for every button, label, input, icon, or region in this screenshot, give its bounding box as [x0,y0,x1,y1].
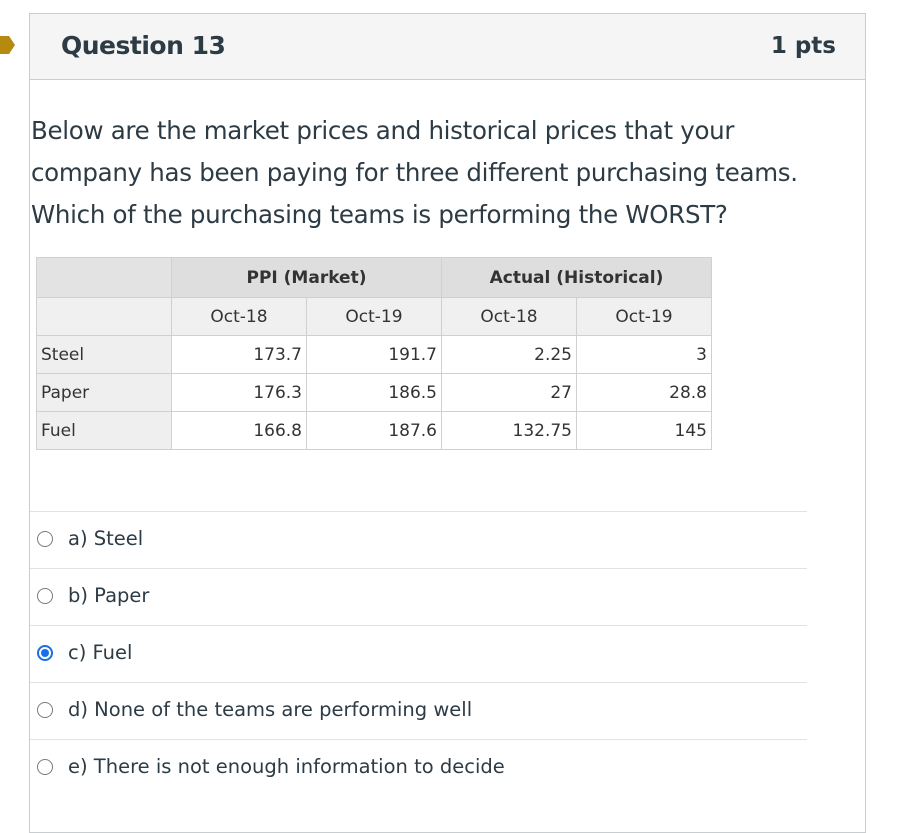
question-title: Question 13 [61,31,226,60]
table-row: Fuel 166.8 187.6 132.75 145 [36,411,712,450]
question-marker-icon [0,36,15,54]
subheader-corner-cell [36,297,172,336]
row-label-steel: Steel [36,335,172,374]
subheader-ppi-oct18: Oct-18 [171,297,307,336]
answer-option-c[interactable]: c) Fuel [30,625,807,682]
table-cell: 166.8 [171,411,307,450]
table-corner-cell [36,257,172,298]
group-header-ppi: PPI (Market) [171,257,442,298]
row-label-fuel: Fuel [36,411,172,450]
table-row: Paper 176.3 186.5 27 28.8 [36,373,712,412]
answer-label[interactable]: c) Fuel [68,641,132,664]
table-cell: 28.8 [576,373,712,412]
answer-label[interactable]: d) None of the teams are performing well [68,698,472,721]
subheader-actual-oct18: Oct-18 [441,297,577,336]
answer-label[interactable]: e) There is not enough information to de… [68,755,505,778]
table-cell: 187.6 [306,411,442,450]
table-cell: 176.3 [171,373,307,412]
subheader-actual-oct19: Oct-19 [576,297,712,336]
table-row: Steel 173.7 191.7 2.25 3 [36,335,712,374]
radio-button-selected[interactable] [37,645,53,661]
radio-button[interactable] [37,759,53,775]
radio-button[interactable] [37,531,53,547]
answer-option-b[interactable]: b) Paper [30,568,807,625]
answer-option-d[interactable]: d) None of the teams are performing well [30,682,807,739]
question-text: Below are the market prices and historic… [31,116,798,229]
price-table: PPI (Market) Actual (Historical) Oct-18 … [36,257,712,450]
table-cell: 145 [576,411,712,450]
answer-list: a) Steel b) Paper c) Fuel d) None of the… [30,511,807,796]
answer-label[interactable]: b) Paper [68,584,149,607]
table-cell: 2.25 [441,335,577,374]
table-cell: 173.7 [171,335,307,374]
group-header-actual: Actual (Historical) [441,257,712,298]
question-points: 1 pts [770,33,836,59]
table-cell: 132.75 [441,411,577,450]
answer-option-a[interactable]: a) Steel [30,511,807,568]
answer-label[interactable]: a) Steel [68,527,143,550]
row-label-paper: Paper [36,373,172,412]
table-cell: 186.5 [306,373,442,412]
question-header: Question 13 1 pts [30,14,865,80]
radio-button[interactable] [37,702,53,718]
table-cell: 191.7 [306,335,442,374]
table-cell: 3 [576,335,712,374]
answer-option-e[interactable]: e) There is not enough information to de… [30,739,807,796]
radio-button[interactable] [37,588,53,604]
table-cell: 27 [441,373,577,412]
subheader-ppi-oct19: Oct-19 [306,297,442,336]
